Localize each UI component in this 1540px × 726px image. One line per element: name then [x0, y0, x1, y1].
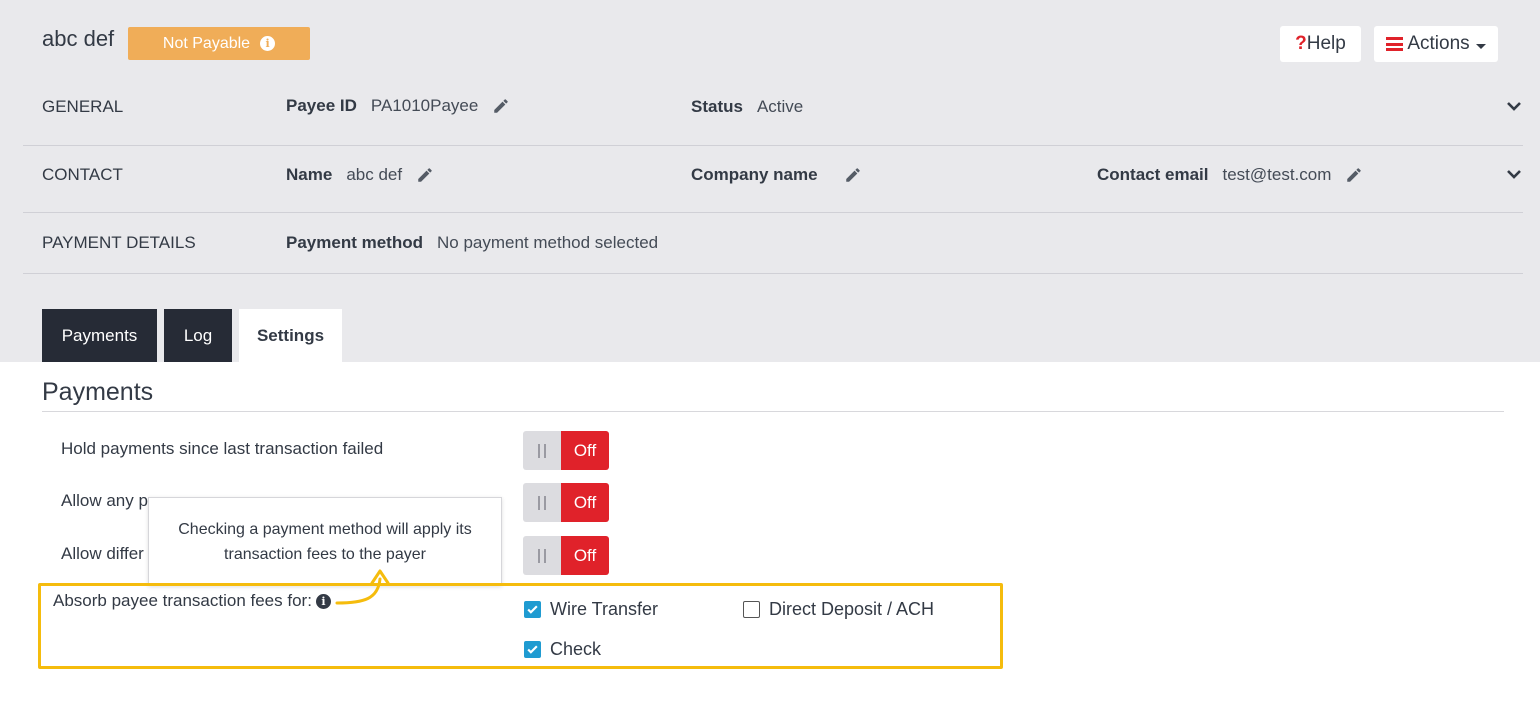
payments-section-title: Payments [42, 378, 154, 406]
checkbox-checked-icon [524, 601, 541, 618]
divider [23, 273, 1523, 274]
toggle-state: Off [561, 536, 609, 575]
menu-icon [1386, 37, 1404, 51]
payment-method-value: No payment method selected [436, 233, 659, 252]
absorb-fees-label: Absorb payee transaction fees for: i [53, 591, 331, 611]
status-label: Status [691, 97, 743, 116]
company-field: Company name [691, 165, 862, 185]
status-badge-label: Not Payable [162, 34, 251, 52]
info-icon[interactable]: i [260, 36, 276, 51]
status-field: Status Active [691, 97, 803, 117]
hold-payments-label: Hold payments since last transaction fai… [61, 439, 384, 458]
status-value: Active [756, 97, 804, 116]
contact-section-label: CONTACT [42, 165, 123, 184]
callout-arrow-icon [335, 569, 390, 605]
divider [42, 411, 1504, 412]
payment-method-label: Payment method [286, 233, 423, 252]
wire-transfer-checkbox[interactable]: Wire Transfer [524, 599, 658, 620]
checkbox-checked-icon [524, 641, 541, 658]
company-label: Company name [691, 165, 818, 184]
contact-email-label: Contact email [1097, 165, 1209, 184]
edit-pencil-icon[interactable] [1345, 166, 1363, 184]
check-label: Check [550, 639, 602, 659]
toggle-grip [523, 536, 561, 575]
status-badge[interactable]: Not Payable i [128, 27, 310, 60]
caret-down-icon [1475, 43, 1486, 49]
general-section-label: GENERAL [42, 97, 124, 116]
actions-button[interactable]: Actions [1374, 26, 1498, 62]
toggle-grip [523, 483, 561, 522]
checkbox-unchecked-icon [743, 601, 760, 618]
help-button-label: Help [1306, 33, 1346, 54]
payment-details-section-label: PAYMENT DETAILS [42, 233, 196, 252]
toggle-grip [523, 431, 561, 470]
divider [23, 145, 1523, 146]
hold-payments-toggle[interactable]: Off [523, 431, 609, 470]
tab-log[interactable]: Log [164, 309, 232, 362]
edit-pencil-icon[interactable] [844, 166, 862, 184]
payee-id-label: Payee ID [286, 96, 357, 115]
payee-id-field: Payee ID PA1010Payee [286, 96, 510, 116]
tab-settings[interactable]: Settings [239, 309, 342, 362]
question-icon: ? [1295, 33, 1307, 54]
direct-deposit-label: Direct Deposit / ACH [769, 599, 935, 619]
chevron-down-icon[interactable] [1505, 97, 1523, 115]
edit-pencil-icon[interactable] [492, 97, 510, 115]
allow-different-toggle[interactable]: Off [523, 536, 609, 575]
chevron-down-icon[interactable] [1505, 165, 1523, 183]
help-button[interactable]: ? Help [1280, 26, 1361, 62]
name-value: abc def [346, 165, 403, 184]
absorb-fees-text: Absorb payee transaction fees for: [53, 591, 312, 610]
contact-email-field: Contact email test@test.com [1097, 165, 1363, 185]
direct-deposit-checkbox[interactable]: Direct Deposit / ACH [743, 599, 934, 620]
allow-different-label: Allow differ [61, 544, 144, 563]
allow-any-label: Allow any p [61, 491, 148, 510]
name-field: Name abc def [286, 165, 434, 185]
toggle-state: Off [561, 431, 609, 470]
actions-button-label: Actions [1407, 33, 1470, 54]
payee-id-value: PA1010Payee [370, 96, 479, 115]
divider [23, 212, 1523, 213]
name-label: Name [286, 165, 333, 184]
tooltip-text: Checking a payment method will apply its… [178, 520, 472, 563]
check-checkbox[interactable]: Check [524, 639, 601, 660]
payment-method-field: Payment method No payment method selecte… [286, 233, 658, 253]
toggle-state: Off [561, 483, 609, 522]
allow-any-toggle[interactable]: Off [523, 483, 609, 522]
info-icon[interactable]: i [315, 593, 331, 609]
payee-name: abc def [42, 26, 115, 51]
tab-payments[interactable]: Payments [42, 309, 157, 362]
wire-transfer-label: Wire Transfer [550, 599, 659, 619]
contact-email-value: test@test.com [1222, 165, 1332, 184]
tooltip: Checking a payment method will apply its… [148, 497, 502, 586]
edit-pencil-icon[interactable] [416, 166, 434, 184]
